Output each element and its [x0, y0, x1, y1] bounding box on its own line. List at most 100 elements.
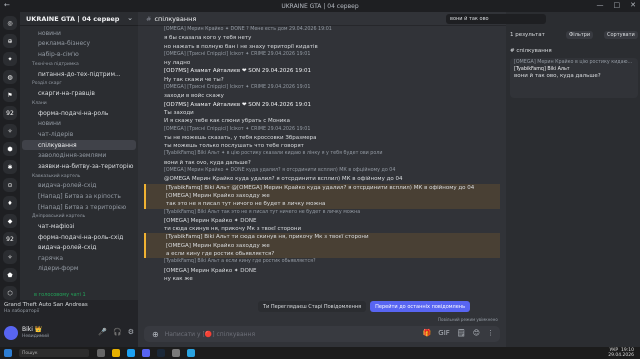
search-result[interactable]: [OMEGA] Мерин Крайко в цію ростику кидаю… — [510, 58, 638, 98]
server-icon[interactable]: ♦ — [3, 196, 17, 210]
message-text[interactable]: ти сюда скинув ня, прикочу Мк з твоєї ст… — [144, 225, 500, 233]
message-text[interactable]: ты не можешь сказать, у тебя кроссовки З… — [144, 134, 500, 142]
channel-item[interactable]: форма-подачі-на-роль — [22, 108, 136, 119]
server-icon[interactable]: ◆ — [3, 214, 17, 228]
gift-icon[interactable]: 🎁 — [423, 329, 432, 337]
server-icon[interactable]: ⊕ — [3, 34, 17, 48]
message-text[interactable]: [TyabikFamq] Biki Альт @[OMEGA] Мерин Кр… — [144, 183, 500, 192]
gear-icon[interactable]: ⚙ — [128, 328, 134, 336]
message-text[interactable]: [OMEGA] Мерин Крайко заходду же — [144, 191, 500, 201]
user-row[interactable]: Biki 👑 Невидимий 🎤 🎧 ⚙ — [0, 322, 138, 344]
message-text[interactable]: [TyabikFamq] Biki Альт ти сюда скинув ня… — [144, 233, 500, 242]
channel-item[interactable]: [Напад] Битва з територією — [22, 202, 136, 213]
message-text[interactable]: вони й так ovo, куда дальше? — [144, 159, 500, 167]
jump-to-present-button[interactable]: Перейти до останніх повідомлень — [370, 301, 471, 312]
channel-item[interactable]: заволодіння-землями — [22, 150, 136, 161]
avatar[interactable] — [4, 326, 18, 340]
maximize-button[interactable]: □ — [614, 1, 621, 9]
task-view-icon[interactable] — [97, 349, 105, 357]
message-reply-reference[interactable]: [OMEGA] [Трисні Спірдісі] Ісікот ✦ CRIME… — [144, 84, 500, 92]
sticker-icon[interactable]: 🗒 — [457, 329, 466, 337]
message-text[interactable]: ну ладно — [144, 59, 500, 67]
server-icon[interactable]: ✧ — [3, 250, 17, 264]
channel-item[interactable]: новини — [22, 28, 136, 39]
channel-item[interactable]: гарячка — [22, 253, 136, 264]
back-arrow-icon[interactable]: ← — [4, 1, 10, 9]
channel-item[interactable]: чат-лідерів — [22, 129, 136, 140]
system-tray[interactable]: УКР 19:10 29.04.2026 — [608, 348, 634, 358]
channel-category[interactable]: Дніпровський картель — [22, 212, 136, 221]
channel-category[interactable]: Кавказький картель — [22, 172, 136, 181]
channel-item[interactable]: видача-ролей-схід — [22, 243, 136, 254]
gif-icon[interactable]: GIF — [438, 329, 450, 337]
server-icon[interactable]: ⬡ — [3, 286, 17, 300]
message-text[interactable]: заходи в войс скажу — [144, 92, 500, 100]
channel-item[interactable]: форма-подачі-на-роль-схід — [22, 232, 136, 243]
channel-category[interactable]: Розділ скарг — [22, 79, 136, 88]
channel-category[interactable]: Технічна підтримка — [22, 60, 136, 69]
plus-icon[interactable]: ⊕ — [152, 330, 159, 339]
message-author[interactable]: [OD7MS] Азамат Айталиєв ❤ SON 29.04.2026… — [144, 67, 500, 75]
message-reply-reference[interactable]: [OMEGA] [Трисні Спірдісі] Ісікот ✦ CRIME… — [144, 51, 500, 59]
microphone-icon[interactable]: 🎤 — [98, 328, 107, 336]
server-icon[interactable]: 92 — [3, 232, 17, 246]
message-text[interactable]: [OMEGA] Мерин Крайко ✦ DONE — [144, 217, 500, 225]
server-icon[interactable]: ◎ — [3, 16, 17, 30]
message-text[interactable]: Ты заходи — [144, 109, 500, 117]
message-text[interactable]: а если кину где ростик обьявляєтся? — [144, 250, 500, 259]
server-icon[interactable]: ⚑ — [3, 88, 17, 102]
server-icon[interactable]: ⬢ — [3, 142, 17, 156]
message-text[interactable]: @OMEGA Мерин Крайко куда удалил? я отсрд… — [144, 175, 500, 183]
channel-item[interactable]: скарги-на-гравців — [22, 88, 136, 99]
server-icon[interactable]: ✱ — [3, 160, 17, 174]
filters-button[interactable]: Фільтри — [566, 31, 594, 39]
server-icon[interactable]: ◍ — [3, 70, 17, 84]
channel-item[interactable]: видача-ролей-схід — [22, 181, 136, 192]
chrome-icon[interactable] — [127, 349, 135, 357]
windows-start-icon[interactable] — [4, 349, 12, 357]
search-input[interactable]: вони й так ово — [446, 14, 546, 24]
steam-icon[interactable] — [157, 349, 165, 357]
headphones-icon[interactable]: 🎧 — [113, 328, 122, 336]
channel-item[interactable]: спілкування — [22, 139, 136, 151]
message-reply-reference[interactable]: [TyabikFamq] Biki Альт а если кину где р… — [144, 258, 500, 266]
channel-item[interactable]: новини — [22, 119, 136, 130]
message-text[interactable]: ты можешь только послушать что тебе гово… — [144, 142, 500, 150]
message-text[interactable]: так это не я писал тут ничого не будет в… — [144, 200, 500, 209]
message-text[interactable]: И я скажу тебе как слюни убрать с Моника — [144, 117, 500, 125]
channel-item[interactable]: набір-в-сім'ю — [22, 49, 136, 60]
message-reply-reference[interactable]: [TyabikFamq] Biki Альт ✦ в цію ростику с… — [144, 150, 500, 158]
message-text[interactable]: ну как же — [144, 275, 500, 283]
message-text[interactable]: Ну так скажи че ты? — [144, 76, 500, 84]
taskbar-search[interactable]: Пошук — [19, 349, 89, 357]
message-list[interactable]: [OMEGA] Мерин Крайко ✦ DONE ? Мене есть … — [138, 26, 506, 321]
composer-placeholder[interactable]: Написати у [🔴] спілкування — [165, 331, 255, 338]
message-reply-reference[interactable]: [OMEGA] Мерин Крайко ✦ DONE ? Мене есть … — [144, 26, 500, 34]
message-text[interactable]: [OMEGA] Мерин Крайко заходду же — [144, 241, 500, 251]
channel-item[interactable]: заявки-на-битву-за-територію — [22, 161, 136, 172]
emoji-icon[interactable]: 😊 — [473, 329, 480, 337]
sort-button[interactable]: Сортувати — [604, 31, 638, 39]
server-icon[interactable]: ✧ — [3, 124, 17, 138]
message-text[interactable]: но нажать в полную бан і не знаху терито… — [144, 43, 500, 51]
channel-item[interactable]: чат-мафіозі — [22, 221, 136, 232]
channel-item[interactable]: реклама-бізнесу — [22, 39, 136, 50]
message-text[interactable]: [OMEGA] Мерин Крайко ✦ DONE — [144, 267, 500, 275]
channel-item[interactable]: питання-до-тех-підтрим... — [22, 69, 136, 80]
server-icon[interactable]: ⊙ — [3, 178, 17, 192]
message-reply-reference[interactable]: [OMEGA] [Трисні Спірдісі] Ісікот ✦ CRIME… — [144, 126, 500, 134]
server-header[interactable]: UKRAINE GTA | 04 сервер ⌄ — [20, 12, 138, 26]
voice-status[interactable]: в голосовому чаті 1 — [20, 292, 138, 300]
minimize-button[interactable]: — — [597, 1, 604, 9]
message-reply-reference[interactable]: [OMEGA] Мерин Крайко ✦ DONE куда удалил?… — [144, 167, 500, 175]
message-text[interactable]: я бы сказала кого у тебя нету — [144, 34, 500, 42]
discord-icon[interactable] — [142, 349, 150, 357]
gta-icon[interactable] — [172, 349, 180, 357]
channel-category[interactable]: Клани — [22, 99, 136, 108]
more-icon[interactable]: ⋮ — [487, 329, 494, 337]
message-composer[interactable]: ⊕ Написати у [🔴] спілкування 🎁 GIF 🗒 😊 ⋮ — [144, 326, 500, 342]
server-icon[interactable]: ⬟ — [3, 268, 17, 282]
close-button[interactable]: ✕ — [630, 1, 636, 9]
server-icon[interactable]: 92 — [3, 106, 17, 120]
explorer-icon[interactable] — [112, 349, 120, 357]
